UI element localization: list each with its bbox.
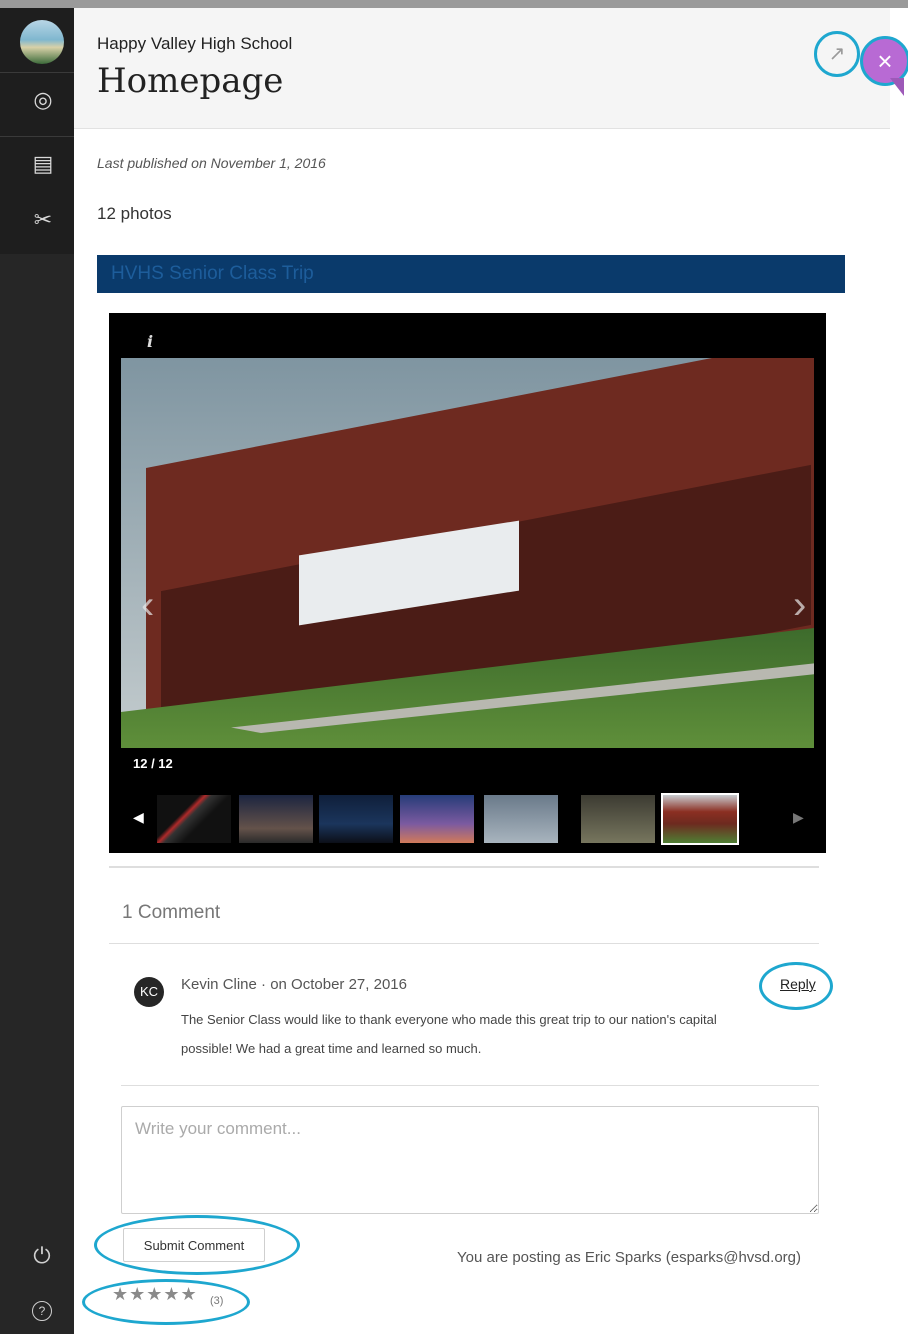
photo-counter: 12 / 12 <box>133 756 173 771</box>
thumbs-prev-icon[interactable]: ◀ <box>133 809 144 826</box>
thumbnail[interactable] <box>400 795 474 843</box>
globe-icon[interactable]: ◎ <box>25 84 61 116</box>
last-published: Last published on November 1, 2016 <box>97 155 326 171</box>
posting-as: You are posting as Eric Sparks (esparks@… <box>457 1249 801 1266</box>
next-photo-arrow-icon[interactable]: › <box>793 583 806 628</box>
rail-divider <box>0 72 74 73</box>
help-icon[interactable]: ? <box>32 1301 52 1321</box>
prev-photo-arrow-icon[interactable]: ‹ <box>141 583 154 628</box>
album-title-bar: HVHS Senior Class Trip <box>97 255 845 293</box>
commenter-avatar: KC <box>134 977 164 1007</box>
thumbnail[interactable] <box>581 795 655 843</box>
info-icon[interactable]: i <box>147 332 153 351</box>
page-header: Happy Valley High School Homepage ↗ × <box>74 8 908 129</box>
comment-text: The Senior Class would like to thank eve… <box>181 1012 717 1056</box>
thumbnail[interactable] <box>239 795 313 843</box>
school-name: Happy Valley High School <box>97 34 293 53</box>
submit-comment-button[interactable]: Submit Comment <box>123 1228 265 1262</box>
power-icon[interactable]: ⏻ <box>27 1243 57 1273</box>
app-frame: ◎ ▤ ✂ ⏻ ? Happy Valley High School Homep… <box>0 0 908 1334</box>
divider <box>109 943 819 944</box>
close-pointer <box>890 78 904 96</box>
album-title: HVHS Senior Class Trip <box>111 263 314 284</box>
photo-count: 12 photos <box>97 204 172 223</box>
thumbnail[interactable] <box>157 795 231 843</box>
thumbnail[interactable] <box>319 795 393 843</box>
thumbs-next-icon[interactable]: ▶ <box>793 809 804 826</box>
comment-input[interactable] <box>121 1106 819 1214</box>
user-avatar[interactable] <box>20 20 64 64</box>
comment-count: 1 Comment <box>122 902 221 923</box>
divider <box>121 1085 819 1086</box>
page-title: Homepage <box>97 61 284 101</box>
top-border <box>0 0 908 8</box>
comment-byline: Kevin Cline · on October 27, 2016 <box>181 976 407 993</box>
left-rail: ◎ ▤ ✂ ⏻ ? <box>0 8 74 1334</box>
photo-gallery: i ‹ › 12 / 12 ◀ ▶ <box>109 313 826 853</box>
thumbnail[interactable] <box>484 795 558 843</box>
external-link-icon[interactable]: ↗ <box>814 31 860 77</box>
main-photo: ‹ › <box>121 358 814 748</box>
rail-divider <box>0 136 74 137</box>
reply-link[interactable]: Reply <box>780 976 816 992</box>
divider <box>109 866 819 868</box>
star-rating[interactable]: ★★★★★ <box>112 1284 198 1305</box>
thumbnail-selected[interactable] <box>661 793 739 845</box>
tools-icon[interactable]: ✂ <box>25 204 61 236</box>
rating-count: (3) <box>210 1295 224 1307</box>
content-icon[interactable]: ▤ <box>25 148 61 180</box>
